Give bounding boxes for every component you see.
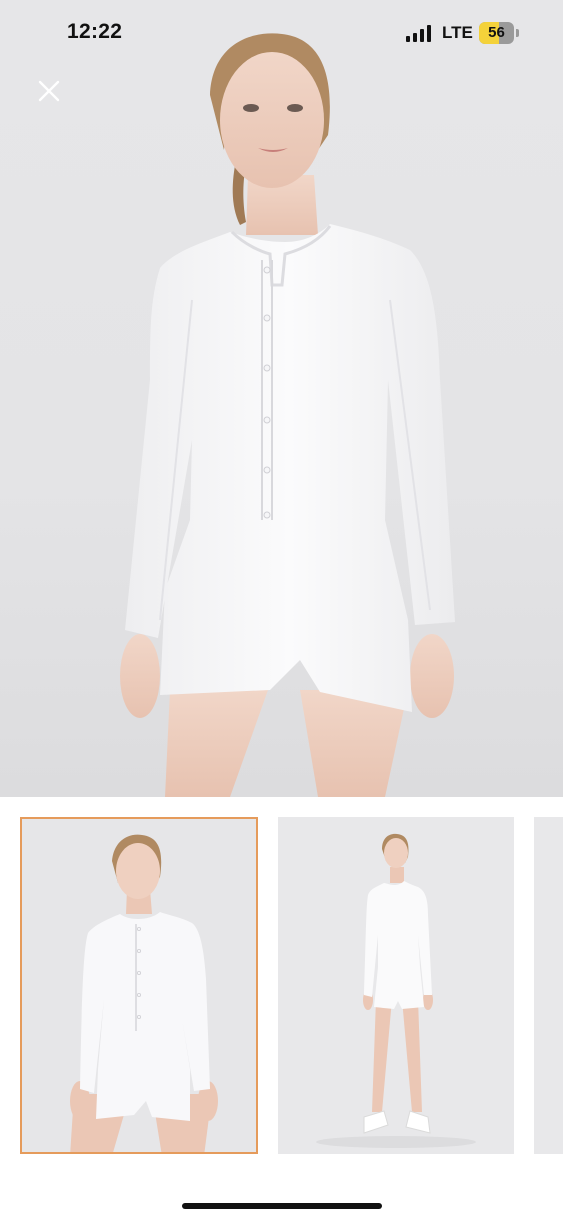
thumbnail-strip[interactable] xyxy=(0,817,563,1157)
close-icon xyxy=(38,80,60,102)
cellular-signal-icon xyxy=(406,25,432,42)
thumbnail-2[interactable] xyxy=(278,817,514,1154)
thumbnail-1[interactable] xyxy=(20,817,258,1154)
home-indicator[interactable] xyxy=(182,1203,382,1209)
thumbnail-3[interactable] xyxy=(534,817,563,1154)
battery-percentage: 56 xyxy=(488,24,505,41)
battery-cap xyxy=(516,29,519,37)
network-type: LTE xyxy=(442,23,473,42)
close-button[interactable] xyxy=(34,76,64,106)
status-time: 12:22 xyxy=(67,20,123,43)
product-hero-image[interactable] xyxy=(0,0,563,797)
battery-icon: 56 xyxy=(479,22,514,44)
